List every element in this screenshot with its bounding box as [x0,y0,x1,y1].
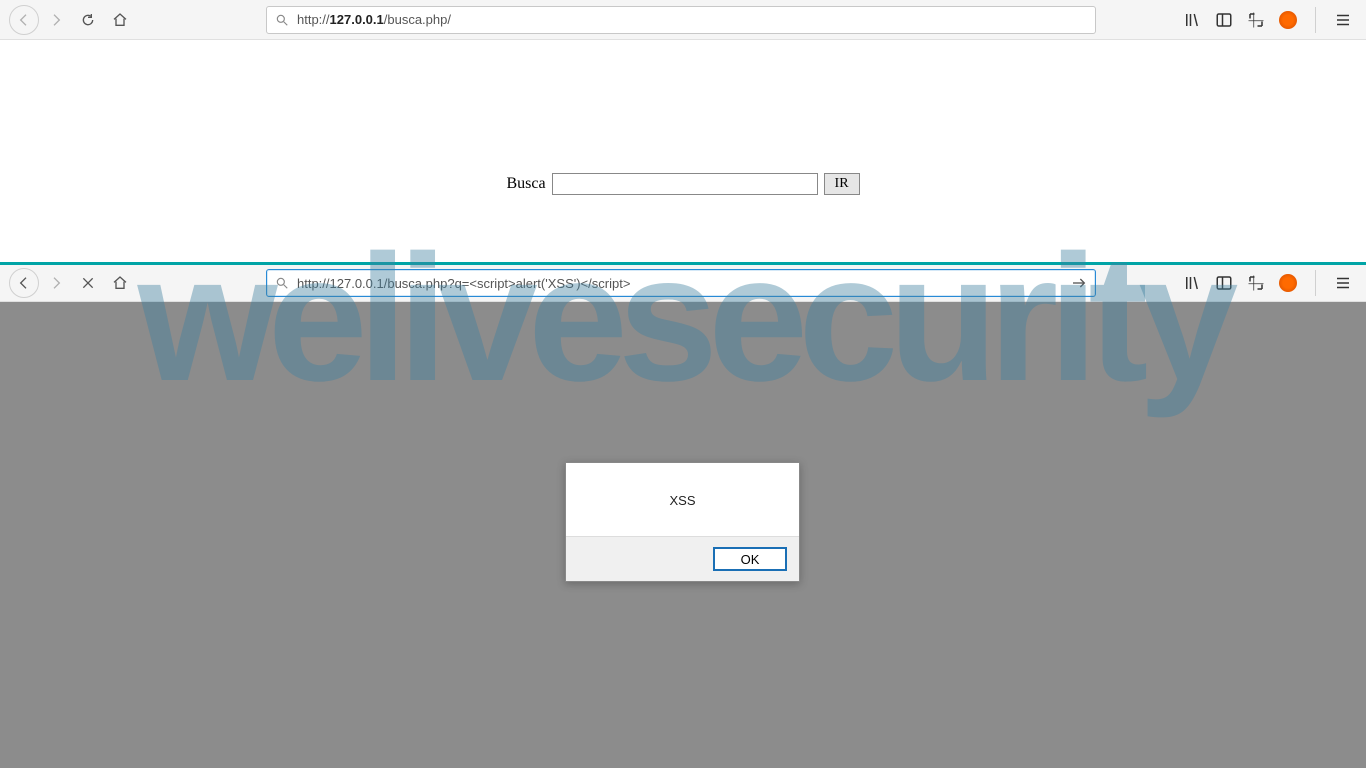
screenshot-icon[interactable] [1247,11,1265,29]
screenshot-icon[interactable] [1247,274,1265,292]
toolbar-right-icons [1183,270,1358,296]
back-button[interactable] [9,5,39,35]
home-button[interactable] [105,268,135,298]
search-label: Busca [506,175,545,193]
address-bar[interactable]: http://127.0.0.1/busca.php?q=<script>ale… [266,269,1096,297]
alert-dialog: XSS OK [565,462,800,582]
browser-toolbar-bottom: http://127.0.0.1/busca.php?q=<script>ale… [0,262,1366,302]
url-text: http://127.0.0.1/busca.php?q=<script>ale… [297,276,1063,291]
search-icon [275,276,289,290]
url-text: http://127.0.0.1/busca.php/ [297,12,1087,27]
noscript-icon[interactable] [1279,11,1297,29]
alert-message: XSS [566,463,799,536]
forward-button[interactable] [41,5,71,35]
separator [1315,270,1316,296]
back-button[interactable] [9,268,39,298]
stop-button[interactable] [73,268,103,298]
reload-button[interactable] [73,5,103,35]
home-button[interactable] [105,5,135,35]
search-form: Busca IR [506,106,859,262]
noscript-icon[interactable] [1279,274,1297,292]
search-input[interactable] [552,173,818,195]
library-icon[interactable] [1183,274,1201,292]
toolbar-right-icons [1183,7,1358,33]
menu-icon[interactable] [1334,11,1352,29]
search-submit-button[interactable]: IR [824,173,860,195]
separator [1315,7,1316,33]
address-bar[interactable]: http://127.0.0.1/busca.php/ [266,6,1096,34]
browser-toolbar-top: http://127.0.0.1/busca.php/ [0,0,1366,40]
sidebar-icon[interactable] [1215,11,1233,29]
page-content-top: Busca IR [0,40,1366,262]
sidebar-icon[interactable] [1215,274,1233,292]
library-icon[interactable] [1183,11,1201,29]
alert-ok-button[interactable]: OK [713,547,787,571]
forward-button[interactable] [41,268,71,298]
go-arrow-icon[interactable] [1071,275,1087,291]
alert-footer: OK [566,536,799,581]
search-icon [275,13,289,27]
menu-icon[interactable] [1334,274,1352,292]
